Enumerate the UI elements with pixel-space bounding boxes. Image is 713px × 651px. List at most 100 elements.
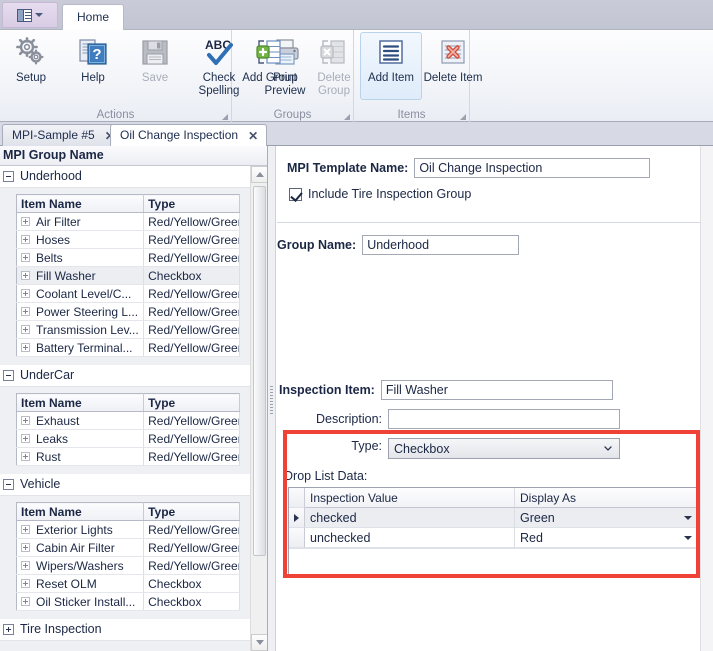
table-header-row: Item Name Type <box>16 393 240 412</box>
table-row[interactable]: Exterior Lights Red/Yellow/Green <box>16 520 240 539</box>
table-row[interactable]: Coolant Level/C... Red/Yellow/Green <box>16 284 240 303</box>
doc-tab-mpi-sample[interactable]: MPI-Sample #5 ✕ <box>2 124 124 146</box>
abc-check-icon: ABC <box>205 38 233 65</box>
table-row[interactable]: Cabin Air Filter Red/Yellow/Green <box>16 538 240 557</box>
table-row[interactable]: Wipers/Washers Red/Yellow/Green <box>16 556 240 575</box>
item-name-label: Reset OLM <box>36 576 97 591</box>
table-row[interactable]: Rust Red/Yellow/Green <box>16 447 240 466</box>
actions-dialog-launcher-icon[interactable] <box>222 114 228 120</box>
splitter-grip-icon[interactable] <box>270 386 273 414</box>
chevron-down-icon[interactable] <box>684 516 692 520</box>
mpi-group-list[interactable]: Underhood Item Name Type Air Filter Red/… <box>0 166 250 651</box>
expand-icon[interactable] <box>21 325 30 334</box>
include-tire-inspection-label: Include Tire Inspection Group <box>308 187 472 201</box>
quick-access-toolbar[interactable] <box>2 2 58 28</box>
table-row[interactable]: Belts Red/Yellow/Green <box>16 248 240 267</box>
save-button[interactable]: Save <box>124 32 186 100</box>
chevron-down-icon[interactable] <box>684 536 692 540</box>
panel-toggle-icon[interactable] <box>17 8 32 22</box>
expand-icon[interactable] <box>21 343 30 352</box>
cell-item-name: Exterior Lights <box>16 520 145 539</box>
group-header-undercar[interactable]: UnderCar <box>0 365 250 387</box>
groups-dialog-launcher-icon[interactable] <box>344 114 350 120</box>
details-panel-scrollbar[interactable] <box>700 146 713 651</box>
collapse-icon[interactable] <box>3 171 14 182</box>
group-name-label: Group Name: <box>277 238 357 252</box>
template-name-input[interactable] <box>414 158 651 178</box>
table-row-selected[interactable]: Fill Washer Checkbox <box>16 266 240 285</box>
expand-icon[interactable] <box>21 253 30 262</box>
cell-display-as[interactable]: Red <box>515 528 699 548</box>
left-panel-scrollbar[interactable] <box>250 166 267 651</box>
expand-icon[interactable] <box>21 579 30 588</box>
description-input[interactable] <box>388 409 620 429</box>
scroll-up-button[interactable] <box>251 166 267 183</box>
panel-splitter[interactable] <box>268 146 276 651</box>
add-group-button[interactable]: Add Group <box>237 32 303 100</box>
expand-icon[interactable] <box>21 434 30 443</box>
inspection-item-input[interactable] <box>380 380 613 400</box>
collapse-icon[interactable] <box>3 479 14 490</box>
checkbox-icon[interactable] <box>289 187 302 201</box>
cell-inspection-value[interactable]: checked <box>305 508 515 528</box>
table-row[interactable]: Hoses Red/Yellow/Green <box>16 230 240 249</box>
drop-list-row-checked[interactable]: checked Green <box>289 508 699 528</box>
include-tire-inspection-row[interactable]: Include Tire Inspection Group <box>289 187 471 201</box>
close-icon[interactable]: ✕ <box>248 130 258 142</box>
group-name-input[interactable] <box>362 235 520 255</box>
expand-icon[interactable] <box>3 624 14 635</box>
floppy-disk-icon <box>142 40 168 65</box>
doc-tab-oil-change-inspection[interactable]: Oil Change Inspection ✕ <box>110 124 268 146</box>
expand-icon[interactable] <box>21 543 30 552</box>
cell-item-name: Cabin Air Filter <box>16 538 145 557</box>
col-inspection-value: Inspection Value <box>305 488 515 508</box>
table-row[interactable]: Reset OLM Checkbox <box>16 574 240 593</box>
table-row[interactable]: Battery Terminal... Red/Yellow/Green <box>16 338 240 357</box>
current-row-arrow-icon <box>294 513 299 522</box>
scroll-down-button[interactable] <box>251 634 267 651</box>
expand-icon[interactable] <box>21 289 30 298</box>
drop-list-empty-area[interactable] <box>289 548 699 575</box>
expand-icon[interactable] <box>21 235 30 244</box>
item-name-label: Wipers/Washers <box>36 558 124 573</box>
table-row[interactable]: Transmission Lev... Red/Yellow/Green <box>16 320 240 339</box>
group-header-vehicle[interactable]: Vehicle <box>0 474 250 496</box>
add-group-icon <box>256 40 281 64</box>
expand-icon[interactable] <box>21 271 30 280</box>
type-select[interactable]: Checkbox <box>388 438 620 459</box>
add-group-label: Add Group <box>242 72 298 84</box>
chevron-down-icon[interactable] <box>604 446 612 451</box>
expand-icon[interactable] <box>21 217 30 226</box>
expand-icon[interactable] <box>21 597 30 606</box>
setup-button[interactable]: Setup <box>0 32 62 100</box>
table-row[interactable]: Exhaust Red/Yellow/Green <box>16 411 240 430</box>
cell-type: Red/Yellow/Green <box>143 538 240 557</box>
arrow-down-icon <box>255 640 264 645</box>
chevron-down-icon[interactable] <box>35 13 43 17</box>
expand-icon[interactable] <box>21 452 30 461</box>
table-row[interactable]: Leaks Red/Yellow/Green <box>16 429 240 448</box>
cell-inspection-value[interactable]: unchecked <box>305 528 515 548</box>
collapse-icon[interactable] <box>3 370 14 381</box>
cell-type: Checkbox <box>143 574 240 593</box>
help-button[interactable]: ? Help <box>62 32 124 100</box>
expand-icon[interactable] <box>21 307 30 316</box>
group-header-tire-inspection[interactable]: Tire Inspection <box>0 619 250 641</box>
item-table: Item Name Type Exhaust Red/Yellow/Green … <box>16 393 240 466</box>
table-row[interactable]: Power Steering L... Red/Yellow/Green <box>16 302 240 321</box>
drop-list-row-unchecked[interactable]: unchecked Red <box>289 528 699 548</box>
scrollbar-thumb[interactable] <box>253 186 266 556</box>
expand-icon[interactable] <box>21 525 30 534</box>
group-header-underhood[interactable]: Underhood <box>0 166 250 188</box>
table-row[interactable]: Air Filter Red/Yellow/Green <box>16 212 240 231</box>
expand-icon[interactable] <box>21 416 30 425</box>
table-row[interactable]: Oil Sticker Install... Checkbox <box>16 592 240 611</box>
cell-display-as[interactable]: Green <box>515 508 699 528</box>
delete-item-button[interactable]: Delete Item <box>422 32 484 100</box>
tab-home[interactable]: Home <box>62 4 125 30</box>
expand-icon[interactable] <box>21 561 30 570</box>
items-dialog-launcher-icon[interactable] <box>460 114 466 120</box>
inspection-item-row: Inspection Item: <box>279 380 613 400</box>
table-header-row: Item Name Type <box>16 502 240 521</box>
add-item-button[interactable]: Add Item <box>360 32 422 100</box>
